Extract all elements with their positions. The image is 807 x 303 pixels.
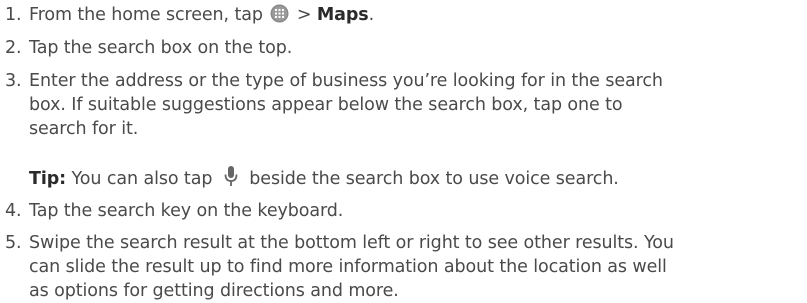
apps-grid-icon xyxy=(270,4,289,23)
step-4-text: Tap the search key on the keyboard. xyxy=(29,201,344,221)
step-5-line: can slide the result up to find more inf… xyxy=(29,257,667,277)
step-2-text: Tap the search box on the top. xyxy=(29,38,293,58)
step-number: 5. xyxy=(5,233,22,253)
step-number: 4. xyxy=(5,201,22,221)
step-number: 3. xyxy=(5,71,22,91)
step-5-line: as options for getting directions and mo… xyxy=(29,281,399,301)
step-3-line: search for it. xyxy=(29,119,139,139)
step-number: 1. xyxy=(5,5,22,25)
instruction-list: 1. From the home screen, tap > Maps. 2. … xyxy=(0,0,807,301)
tip-note: Tip: You can also tap beside the search … xyxy=(29,165,619,191)
step-3: 3. Enter the address or the type of busi… xyxy=(5,69,803,141)
step-5: 5. Swipe the search result at the bottom… xyxy=(5,231,803,303)
step-1-app-name: Maps xyxy=(316,5,369,25)
tip-label: Tip: xyxy=(29,169,67,189)
step-2: 2. Tap the search box on the top. xyxy=(5,36,803,60)
step-1-text-end: . xyxy=(368,5,375,25)
step-3-line: Enter the address or the type of busines… xyxy=(29,71,663,91)
step-3-line: box. If suitable suggestions appear belo… xyxy=(29,95,623,115)
microphone-icon xyxy=(224,165,238,189)
step-5-line: Swipe the search result at the bottom le… xyxy=(29,233,674,253)
step-number: 2. xyxy=(5,38,22,58)
step-1: 1. From the home screen, tap > Maps. xyxy=(5,3,803,27)
step-4: 4. Tap the search key on the keyboard. xyxy=(5,199,803,223)
tip-text-start: You can also tap xyxy=(71,169,213,189)
tip-text-end: beside the search box to use voice searc… xyxy=(249,169,619,189)
step-1-text-start: From the home screen, tap xyxy=(29,5,263,25)
step-1-text-arrow: > xyxy=(296,5,317,25)
